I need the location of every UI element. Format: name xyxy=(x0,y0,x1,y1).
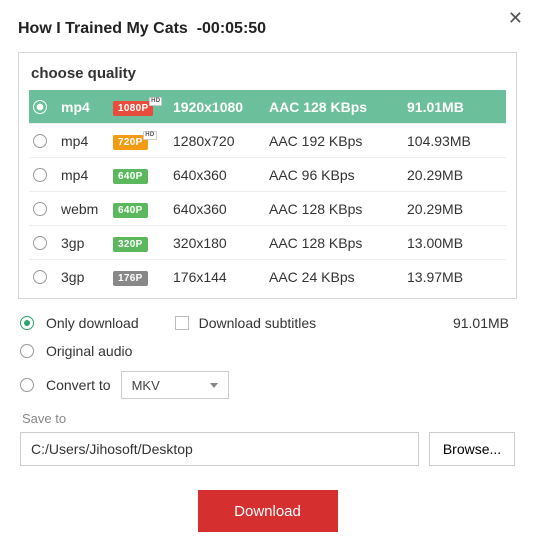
audio-label: AAC 128 KBps xyxy=(269,201,407,217)
browse-button[interactable]: Browse... xyxy=(429,432,515,466)
quality-radio[interactable] xyxy=(33,270,47,284)
quality-radio[interactable] xyxy=(33,134,47,148)
audio-label: AAC 96 KBps xyxy=(269,167,407,183)
download-button[interactable]: Download xyxy=(198,490,338,532)
quality-heading: choose quality xyxy=(29,63,506,90)
quality-radio[interactable] xyxy=(33,100,47,114)
format-label: webm xyxy=(61,201,113,217)
size-label: 13.00MB xyxy=(407,235,487,251)
quality-badge-cell: 640P xyxy=(113,166,173,184)
chevron-down-icon xyxy=(210,383,218,388)
original-audio-radio[interactable] xyxy=(20,344,34,358)
quality-radio[interactable] xyxy=(33,168,47,182)
quality-badge: 640P xyxy=(113,169,148,184)
size-label: 20.29MB xyxy=(407,167,487,183)
format-label: 3gp xyxy=(61,269,113,285)
quality-badge-cell: 1080P xyxy=(113,98,173,116)
size-label: 13.97MB xyxy=(407,269,487,285)
quality-panel: choose quality mp41080P1920x1080AAC 128 … xyxy=(18,52,517,299)
quality-row[interactable]: mp4640P 640x360AAC 96 KBps20.29MB xyxy=(29,158,506,192)
dialog-title: How I Trained My Cats -00:05:50 xyxy=(18,20,517,38)
close-icon[interactable]: ✕ xyxy=(508,8,523,29)
format-label: mp4 xyxy=(61,133,113,149)
quality-badge-cell: 720P xyxy=(113,132,173,150)
quality-badge: 640P xyxy=(113,203,148,218)
quality-badge: 1080P xyxy=(113,101,153,116)
video-title: How I Trained My Cats xyxy=(18,20,188,37)
quality-badge: 176P xyxy=(113,271,148,286)
download-subtitles-label: Download subtitles xyxy=(199,315,317,331)
only-download-radio[interactable] xyxy=(20,316,34,330)
selected-size: 91.01MB xyxy=(453,315,515,331)
resolution-label: 176x144 xyxy=(173,269,269,285)
resolution-label: 1280x720 xyxy=(173,133,269,149)
audio-label: AAC 24 KBps xyxy=(269,269,407,285)
quality-row[interactable]: 3gp320P 320x180AAC 128 KBps13.00MB xyxy=(29,226,506,260)
size-label: 91.01MB xyxy=(407,99,487,115)
format-label: mp4 xyxy=(61,167,113,183)
quality-row[interactable]: mp41080P 1920x1080AAC 128 KBps91.01MB xyxy=(29,90,506,124)
download-subtitles-checkbox[interactable] xyxy=(175,316,189,330)
audio-label: AAC 128 KBps xyxy=(269,99,407,115)
quality-radio[interactable] xyxy=(33,236,47,250)
format-label: mp4 xyxy=(61,99,113,115)
resolution-label: 320x180 xyxy=(173,235,269,251)
convert-to-radio[interactable] xyxy=(20,378,34,392)
convert-format-value: MKV xyxy=(132,378,160,393)
quality-row[interactable]: 3gp176P 176x144AAC 24 KBps13.97MB xyxy=(29,260,506,294)
audio-label: AAC 128 KBps xyxy=(269,235,407,251)
quality-row[interactable]: mp4720P 1280x720AAC 192 KBps104.93MB xyxy=(29,124,506,158)
quality-badge: 320P xyxy=(113,237,148,252)
save-to-label: Save to xyxy=(22,411,515,426)
quality-row[interactable]: webm640P 640x360AAC 128 KBps20.29MB xyxy=(29,192,506,226)
only-download-label: Only download xyxy=(46,315,139,331)
resolution-label: 640x360 xyxy=(173,201,269,217)
resolution-label: 640x360 xyxy=(173,167,269,183)
video-duration: -00:05:50 xyxy=(197,20,266,37)
size-label: 104.93MB xyxy=(407,133,487,149)
quality-badge: 720P xyxy=(113,135,148,150)
quality-badge-cell: 640P xyxy=(113,200,173,218)
quality-badge-cell: 320P xyxy=(113,234,173,252)
save-path-input[interactable] xyxy=(20,432,419,466)
quality-badge-cell: 176P xyxy=(113,268,173,286)
size-label: 20.29MB xyxy=(407,201,487,217)
audio-label: AAC 192 KBps xyxy=(269,133,407,149)
convert-format-select[interactable]: MKV xyxy=(121,371,229,399)
original-audio-label: Original audio xyxy=(46,343,132,359)
convert-to-label: Convert to xyxy=(46,377,111,393)
resolution-label: 1920x1080 xyxy=(173,99,269,115)
format-label: 3gp xyxy=(61,235,113,251)
quality-radio[interactable] xyxy=(33,202,47,216)
